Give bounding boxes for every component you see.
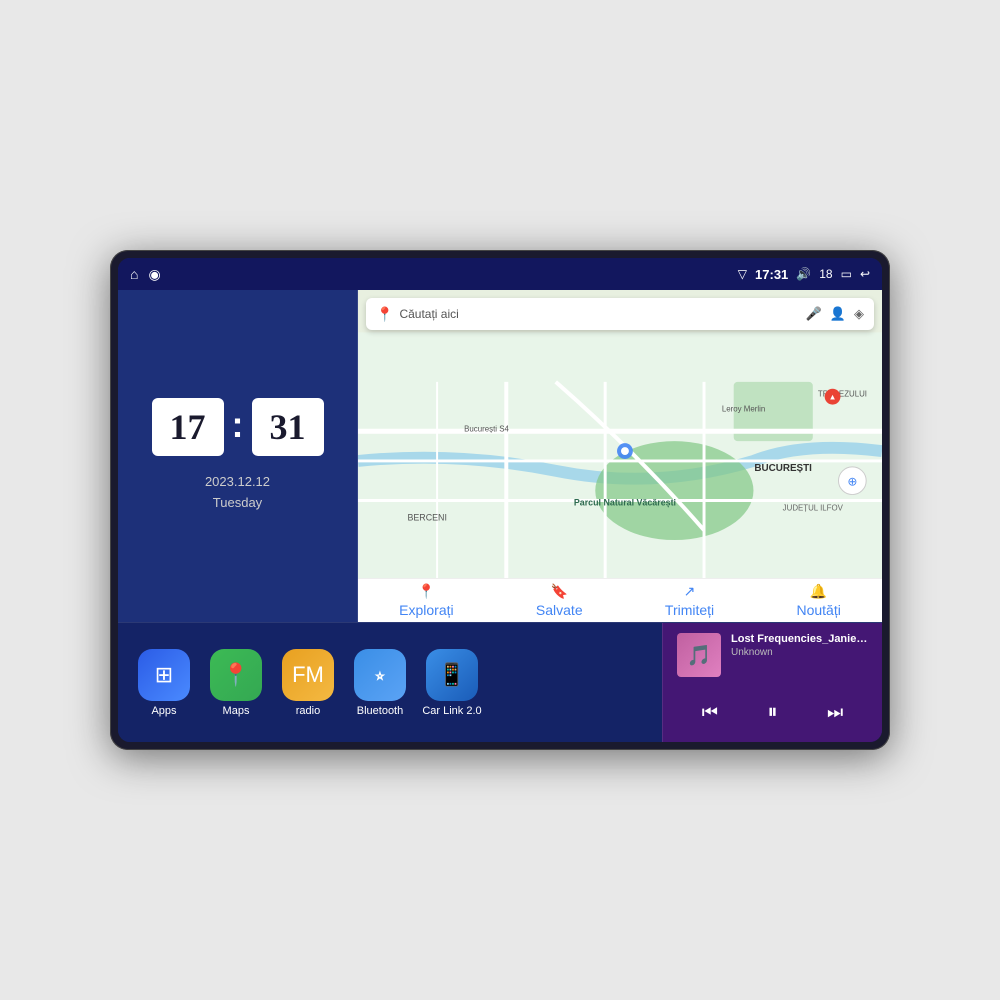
svg-text:⊕: ⊕ bbox=[847, 475, 857, 489]
share-icon: ↗ bbox=[684, 583, 696, 600]
music-controls: ⏮ ⏸ ⏭ bbox=[677, 693, 868, 732]
battery-level: 18 bbox=[819, 267, 832, 281]
svg-text:JUDEȚUL ILFOV: JUDEȚUL ILFOV bbox=[783, 503, 844, 512]
prev-button[interactable]: ⏮ bbox=[694, 698, 726, 727]
account-icon[interactable]: 👤 bbox=[830, 306, 846, 322]
bluetooth-icon: ⭒ bbox=[354, 649, 406, 701]
news-label: Noutăți bbox=[796, 602, 840, 618]
svg-text:▲: ▲ bbox=[829, 393, 837, 402]
share-label: Trimiteți bbox=[665, 602, 714, 618]
music-artist: Unknown bbox=[731, 647, 868, 658]
signal-icon: ▽ bbox=[738, 267, 747, 281]
app-item-carlink[interactable]: 📱 Car Link 2.0 bbox=[422, 649, 482, 717]
nav-icon[interactable]: ◉ bbox=[148, 266, 160, 283]
app-item-maps[interactable]: 📍 Maps bbox=[206, 649, 266, 717]
explore-icon: 📍 bbox=[418, 583, 435, 600]
app-item-bluetooth[interactable]: ⭒ Bluetooth bbox=[350, 649, 410, 717]
screen: ⌂ ◉ ▽ 17:31 🔊 18 ▭ ↩ 17 : bbox=[118, 258, 882, 742]
carlink-icon: 📱 bbox=[426, 649, 478, 701]
status-time: 17:31 bbox=[755, 267, 788, 282]
svg-text:Parcul Natural Văcărești: Parcul Natural Văcărești bbox=[574, 497, 676, 507]
music-section: 🎵 Lost Frequencies_Janieck Devy-... Unkn… bbox=[662, 623, 882, 742]
play-pause-button[interactable]: ⏸ bbox=[760, 697, 786, 728]
clock-hours: 17 bbox=[152, 398, 224, 456]
mic-icon[interactable]: 🎤 bbox=[806, 306, 822, 322]
volume-icon: 🔊 bbox=[796, 267, 811, 281]
battery-icon: ▭ bbox=[841, 267, 852, 281]
map-widget[interactable]: Parcul Natural Văcărești Leroy Merlin BU… bbox=[358, 290, 882, 622]
main-content: 17 : 31 2023.12.12 Tuesday bbox=[118, 290, 882, 742]
map-nav-news[interactable]: 🔔 Noutăți bbox=[796, 583, 840, 618]
bluetooth-label: Bluetooth bbox=[357, 705, 403, 717]
clock-display: 17 : 31 bbox=[152, 398, 324, 456]
status-left: ⌂ ◉ bbox=[130, 266, 161, 283]
svg-text:BERCENI: BERCENI bbox=[407, 512, 446, 522]
status-right: ▽ 17:31 🔊 18 ▭ ↩ bbox=[738, 267, 870, 282]
map-search-text[interactable]: Căutați aici bbox=[399, 307, 799, 321]
saved-icon: 🔖 bbox=[551, 583, 568, 600]
clock-minutes: 31 bbox=[252, 398, 324, 456]
back-icon[interactable]: ↩ bbox=[860, 267, 870, 281]
device-shell: ⌂ ◉ ▽ 17:31 🔊 18 ▭ ↩ 17 : bbox=[110, 250, 890, 750]
next-button[interactable]: ⏭ bbox=[819, 698, 851, 727]
music-title: Lost Frequencies_Janieck Devy-... bbox=[731, 633, 868, 645]
apps-section: ⊞ Apps 📍 Maps FM radio bbox=[118, 623, 662, 742]
map-bottom-bar: 📍 Explorați 🔖 Salvate ↗ Trimiteți 🔔 bbox=[358, 578, 882, 622]
map-search-bar[interactable]: 📍 Căutați aici 🎤 👤 ◈ bbox=[366, 298, 874, 330]
apps-icon: ⊞ bbox=[138, 649, 190, 701]
map-search-right: 🎤 👤 ◈ bbox=[806, 306, 864, 322]
news-icon: 🔔 bbox=[810, 583, 827, 600]
maps-label: Maps bbox=[223, 705, 250, 717]
radio-label: radio bbox=[296, 705, 320, 717]
svg-text:București S4: București S4 bbox=[464, 424, 509, 433]
carlink-label: Car Link 2.0 bbox=[422, 705, 481, 717]
map-nav-share[interactable]: ↗ Trimiteți bbox=[665, 583, 714, 618]
clock-colon: : bbox=[232, 404, 244, 446]
clock-widget: 17 : 31 2023.12.12 Tuesday bbox=[118, 290, 358, 622]
top-row: 17 : 31 2023.12.12 Tuesday bbox=[118, 290, 882, 622]
home-icon[interactable]: ⌂ bbox=[130, 266, 138, 282]
map-nav-saved[interactable]: 🔖 Salvate bbox=[536, 583, 583, 618]
music-thumbnail: 🎵 bbox=[677, 633, 721, 677]
saved-label: Salvate bbox=[536, 602, 583, 618]
map-nav-explore[interactable]: 📍 Explorați bbox=[399, 583, 453, 618]
bottom-row: ⊞ Apps 📍 Maps FM radio bbox=[118, 622, 882, 742]
app-item-radio[interactable]: FM radio bbox=[278, 649, 338, 717]
apps-label: Apps bbox=[151, 705, 176, 717]
svg-text:Leroy Merlin: Leroy Merlin bbox=[722, 405, 765, 414]
explore-label: Explorați bbox=[399, 602, 453, 618]
layers-icon[interactable]: ◈ bbox=[854, 306, 864, 322]
maps-icon: 📍 bbox=[210, 649, 262, 701]
music-info: Lost Frequencies_Janieck Devy-... Unknow… bbox=[731, 633, 868, 658]
music-top: 🎵 Lost Frequencies_Janieck Devy-... Unkn… bbox=[677, 633, 868, 677]
radio-icon: FM bbox=[282, 649, 334, 701]
app-item-apps[interactable]: ⊞ Apps bbox=[134, 649, 194, 717]
map-pin-icon: 📍 bbox=[376, 306, 393, 323]
status-bar: ⌂ ◉ ▽ 17:31 🔊 18 ▭ ↩ bbox=[118, 258, 882, 290]
svg-text:BUCUREȘTI: BUCUREȘTI bbox=[754, 463, 812, 474]
clock-date: 2023.12.12 Tuesday bbox=[205, 472, 270, 514]
